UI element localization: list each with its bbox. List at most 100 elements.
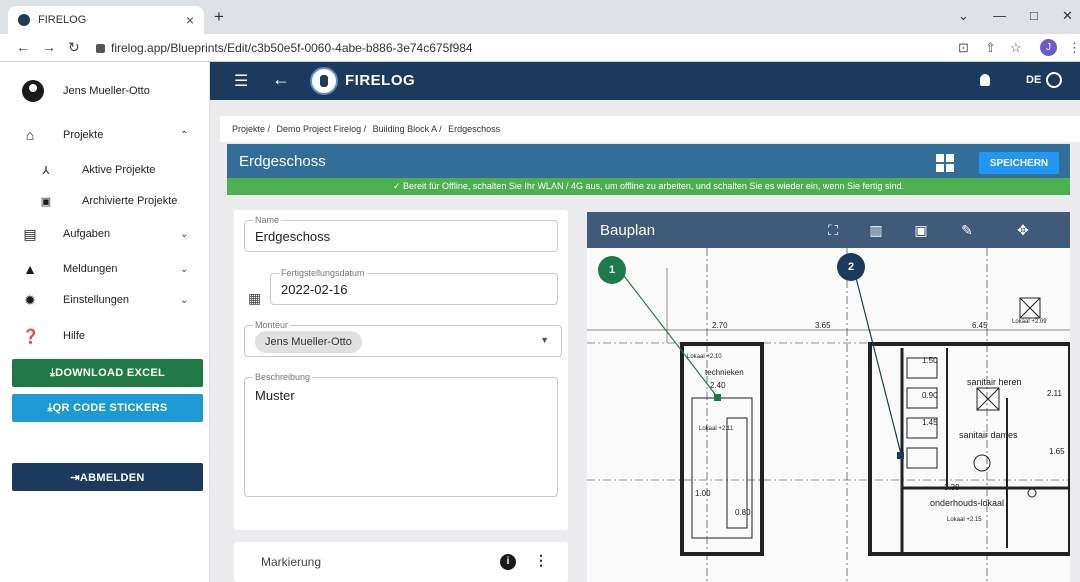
dimension-label: 2.40 [710,381,726,390]
breadcrumb-item[interactable]: Building Block A / [373,124,442,134]
install-icon[interactable]: ⊡ [958,40,969,56]
maximize-button[interactable]: □ [1030,8,1038,23]
chevron-down-icon: ⌄ [180,294,189,306]
forward-button[interactable]: → [42,39,56,55]
plan-header: Bauplan ⛶ ▥ ▣ ✎ ✥ [587,212,1070,248]
page-header: Erdgeschoss SPEICHERN [227,144,1070,178]
sidebar-item-einstellungen[interactable]: ✹ Einstellungen ⌄ [0,287,210,313]
browser-menu-icon[interactable]: ⋮ [1068,40,1080,56]
breadcrumb: Projekte / Demo Project Firelog / Buildi… [220,116,1080,142]
minimize-button[interactable]: — [993,8,1006,23]
logout-button[interactable]: ⇥ABMELDEN [12,463,203,491]
save-button[interactable]: SPEICHERN [979,152,1059,174]
room-label: Lokaal +2.10 [687,354,722,360]
calendar-icon[interactable]: ▦ [248,290,261,307]
dimension-label: 0.80 [735,508,751,517]
marker-title: Markierung [261,555,322,569]
sidebar-item-label: Einstellungen [63,294,130,306]
dimension-label: 1.00 [695,489,711,498]
description-label: Beschreibung [253,372,313,382]
save-icon[interactable]: ▣ [913,222,929,238]
sidebar: Jens Mueller-Otto ⌂ Projekte ⌃ ⅄ Aktive … [0,62,210,582]
download-excel-button[interactable]: ⤓DOWNLOAD EXCEL [12,359,203,387]
edit-icon[interactable]: ✎ [959,222,975,238]
fullscreen-icon[interactable]: ⛶ [825,222,841,238]
sidebar-item-hilfe[interactable]: ❓ Hilfe [0,323,210,349]
floor-plan-canvas[interactable]: technieken sanitair heren sanitair dames… [587,248,1070,582]
blueprint-form: Name Erdgeschoss ▦ Fertigstellungsdatum … [234,210,568,530]
browser-tab[interactable]: FIRELOG × [8,6,204,34]
warning-icon: ▲ [23,261,37,277]
tab-search-icon[interactable]: ⌄ [958,8,969,24]
room-label: sanitair heren [967,377,1022,387]
monteur-select[interactable]: Monteur Jens Mueller-Otto ▼ [244,320,562,357]
archive-icon: ▣ [40,195,52,208]
browser-tab-strip: FIRELOG × + ⌄ — □ ✕ [0,0,1080,34]
tab-title: FIRELOG [38,14,87,26]
name-field[interactable]: Name Erdgeschoss [244,215,558,252]
room-label: Lokaal +2.11 [699,426,734,432]
room-label: Lokaal +2.15 [947,517,982,523]
sidebar-item-label: Aufgaben [63,228,111,240]
marker-pin-2[interactable]: 2 [837,253,865,281]
dimension-label: 3.65 [815,321,831,330]
dimension-label: 1.65 [1049,447,1065,456]
dimension-label: 6.45 [972,321,988,330]
sidebar-item-label: Meldungen [63,263,118,275]
offline-banner: ✓ Bereit für Offline, schalten Sie Ihr W… [227,178,1070,195]
plan-title: Bauplan [600,222,656,239]
page-title: Erdgeschoss [239,153,326,170]
profile-avatar[interactable]: J [1040,39,1057,56]
back-arrow-icon[interactable]: ← [272,69,290,90]
user-name: Jens Mueller-Otto [63,85,150,97]
dimension-label: 2.70 [712,321,728,330]
date-value: 2022-02-16 [281,282,348,297]
globe-icon[interactable] [1046,72,1062,88]
lock-icon [96,43,105,53]
bell-icon[interactable] [980,74,990,86]
book-icon[interactable]: ▥ [868,222,884,238]
language-selector[interactable]: DE [1026,74,1041,86]
url-bar[interactable]: firelog.app/Blueprints/Edit/c3b50e5f-006… [92,37,932,59]
sidebar-item-aufgaben[interactable]: ▤ Aufgaben ⌄ [0,221,210,247]
info-icon[interactable]: i [500,554,516,570]
window-close-button[interactable]: ✕ [1062,8,1073,24]
marker-pin-1[interactable]: 1 [598,256,626,284]
address-bar-row: ← → ↻ firelog.app/Blueprints/Edit/c3b50e… [0,34,1080,62]
clipboard-icon: ▤ [23,225,37,242]
chevron-up-icon: ⌃ [180,129,189,141]
reload-button[interactable]: ↻ [68,39,80,56]
name-value: Erdgeschoss [255,229,331,244]
dimension-label: 2.11 [1047,389,1063,398]
floor-plan-drawing: technieken sanitair heren sanitair dames… [587,248,1070,582]
breadcrumb-item[interactable]: Demo Project Firelog / [277,124,367,134]
app-bar: ☰ ← FIRELOG DE [210,62,1080,100]
main-content: ☰ ← FIRELOG DE Projekte / Demo Project F… [210,62,1080,582]
sidebar-item-aktive-projekte[interactable]: ⅄ Aktive Projekte [0,157,210,183]
completion-date-field[interactable]: Fertigstellungsdatum 2022-02-16 [270,268,558,305]
breadcrumb-item[interactable]: Projekte / [232,124,270,134]
new-tab-button[interactable]: + [214,7,224,27]
dimension-label: 1.50 [922,356,938,365]
description-field[interactable]: Beschreibung Muster [244,372,558,497]
qr-code-icon[interactable] [936,154,954,172]
tree-icon: ⅄ [42,164,50,177]
sidebar-item-archivierte-projekte[interactable]: ▣ Archivierte Projekte [0,188,210,214]
user-profile[interactable]: Jens Mueller-Otto [22,80,150,102]
url-text: firelog.app/Blueprints/Edit/c3b50e5f-006… [111,41,473,55]
brand-name: FIRELOG [345,72,416,89]
sidebar-item-projekte[interactable]: ⌂ Projekte ⌃ [0,122,210,148]
qr-code-stickers-button[interactable]: ⤓QR CODE STICKERS [12,394,203,422]
more-options-icon[interactable]: ⋮ [534,552,548,569]
menu-icon[interactable]: ☰ [234,71,248,91]
sidebar-item-meldungen[interactable]: ▲ Meldungen ⌄ [0,256,210,282]
user-avatar-icon [22,80,44,102]
back-button[interactable]: ← [16,39,30,55]
share-icon[interactable]: ⇧ [985,40,996,56]
tab-close-icon[interactable]: × [186,12,194,28]
monteur-chip[interactable]: Jens Mueller-Otto [255,331,362,353]
dimension-label: 1.45 [922,418,938,427]
bookmark-star-icon[interactable]: ☆ [1010,40,1022,56]
move-icon[interactable]: ✥ [1015,222,1031,238]
sidebar-item-label: Projekte [63,129,104,141]
